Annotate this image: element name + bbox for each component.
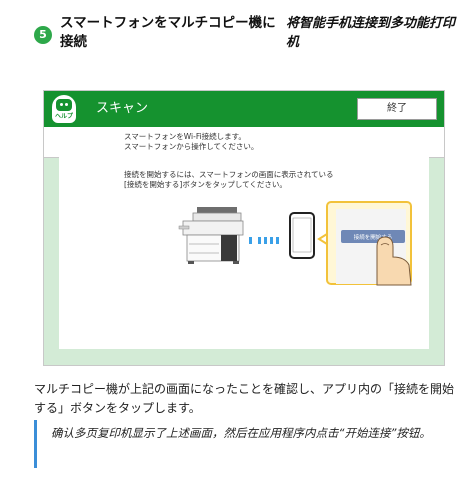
- help-label: ヘルプ: [54, 113, 73, 120]
- screen-title: スキャン: [96, 101, 149, 116]
- step-title-japanese: スマートフォンをマルチコピー機に接続: [60, 15, 276, 50]
- step-number-badge: 5: [34, 26, 52, 44]
- step-header: 5 スマートフォンをマルチコピー機に接続 将智能手机连接到多功能打印机: [34, 10, 455, 62]
- connection-illustration: 接続を開始する: [178, 201, 412, 286]
- instruction-card: 接続を開始するには、スマートフォンの画面に表示されている [接続を開始する]ボタ…: [59, 157, 429, 349]
- info-line: スマートフォンをWi-Fi接続します。: [124, 132, 246, 141]
- info-area: スマートフォンをWi-Fi接続します。 スマートフォンから操作してください。: [44, 127, 444, 158]
- copier-icon: [178, 207, 244, 264]
- screen-topbar: ヘルプ スキャン 終了: [44, 91, 444, 127]
- note-chinese: 确认多页复印机显示了上述画面，然后在应用程序内点击“开始连接”按钮。: [51, 426, 431, 440]
- copier-screen-panel: ヘルプ スキャン 終了 スマートフォンをWi-Fi接続します。 スマートフォンか…: [43, 90, 445, 366]
- info-line: スマートフォンから操作してください。: [124, 142, 259, 151]
- description-japanese: マルチコピー機が上記の画面になったことを確認し、アプリ内の「接続を開始する」ボタ…: [34, 382, 455, 415]
- help-face-icon: [56, 99, 72, 111]
- end-button[interactable]: 終了: [357, 98, 437, 120]
- step-title-chinese: 将智能手机连接到多功能打印机: [286, 16, 456, 50]
- translation-note: 确认多页复印机显示了上述画面，然后在应用程序内点击“开始连接”按钮。: [34, 420, 454, 468]
- smartphone-icon: [289, 212, 315, 259]
- wifi-waves-icon: [249, 237, 279, 244]
- help-icon[interactable]: ヘルプ: [52, 95, 76, 123]
